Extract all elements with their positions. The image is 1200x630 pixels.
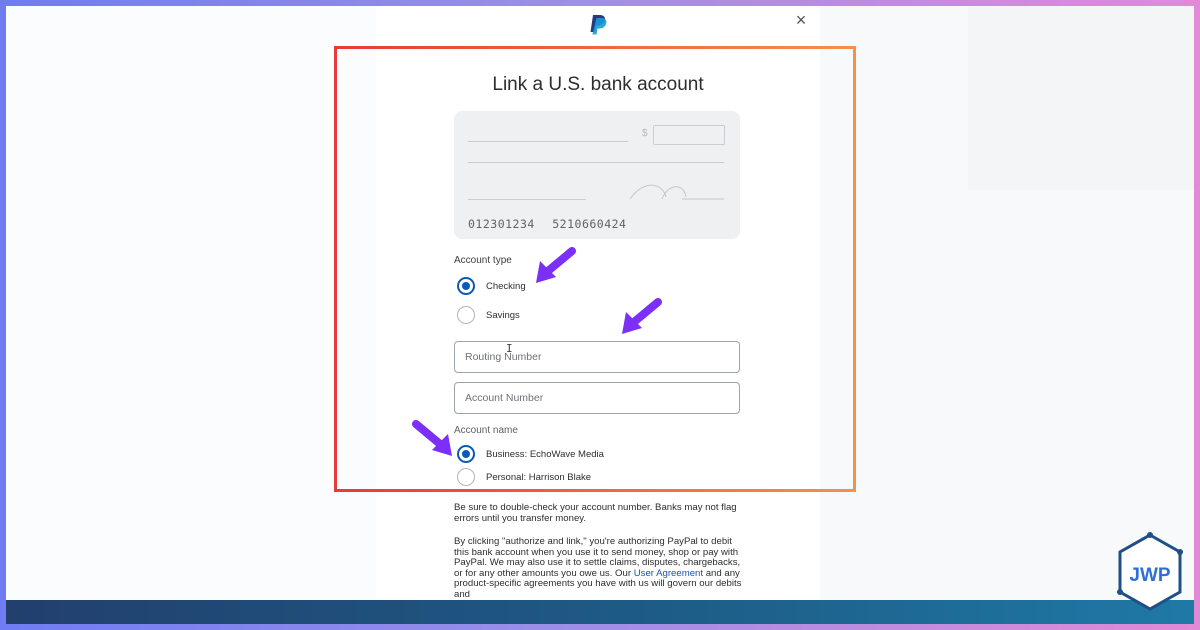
bottom-banner — [6, 600, 1194, 624]
jwp-logo: JWP — [1117, 532, 1183, 611]
background-left-panel — [6, 6, 376, 606]
user-agreement-link[interactable]: User Agreement — [634, 568, 703, 579]
annotation-arrow-icon — [622, 298, 662, 334]
jwp-logo-text: JWP — [1129, 565, 1171, 586]
paypal-logo — [590, 15, 607, 35]
close-button[interactable]: × — [792, 11, 810, 31]
background-ghost-panel — [968, 6, 1194, 190]
screen: × Link a U.S. bank account $ 012301234 5… — [6, 6, 1194, 624]
annotation-arrow-icon — [412, 420, 452, 456]
background-right-panel — [820, 6, 1194, 606]
authorization-notice: By clicking "authorize and link," you're… — [454, 536, 744, 601]
double-check-notice: Be sure to double-check your account num… — [454, 502, 737, 524]
annotation-arrow-icon — [536, 247, 576, 283]
